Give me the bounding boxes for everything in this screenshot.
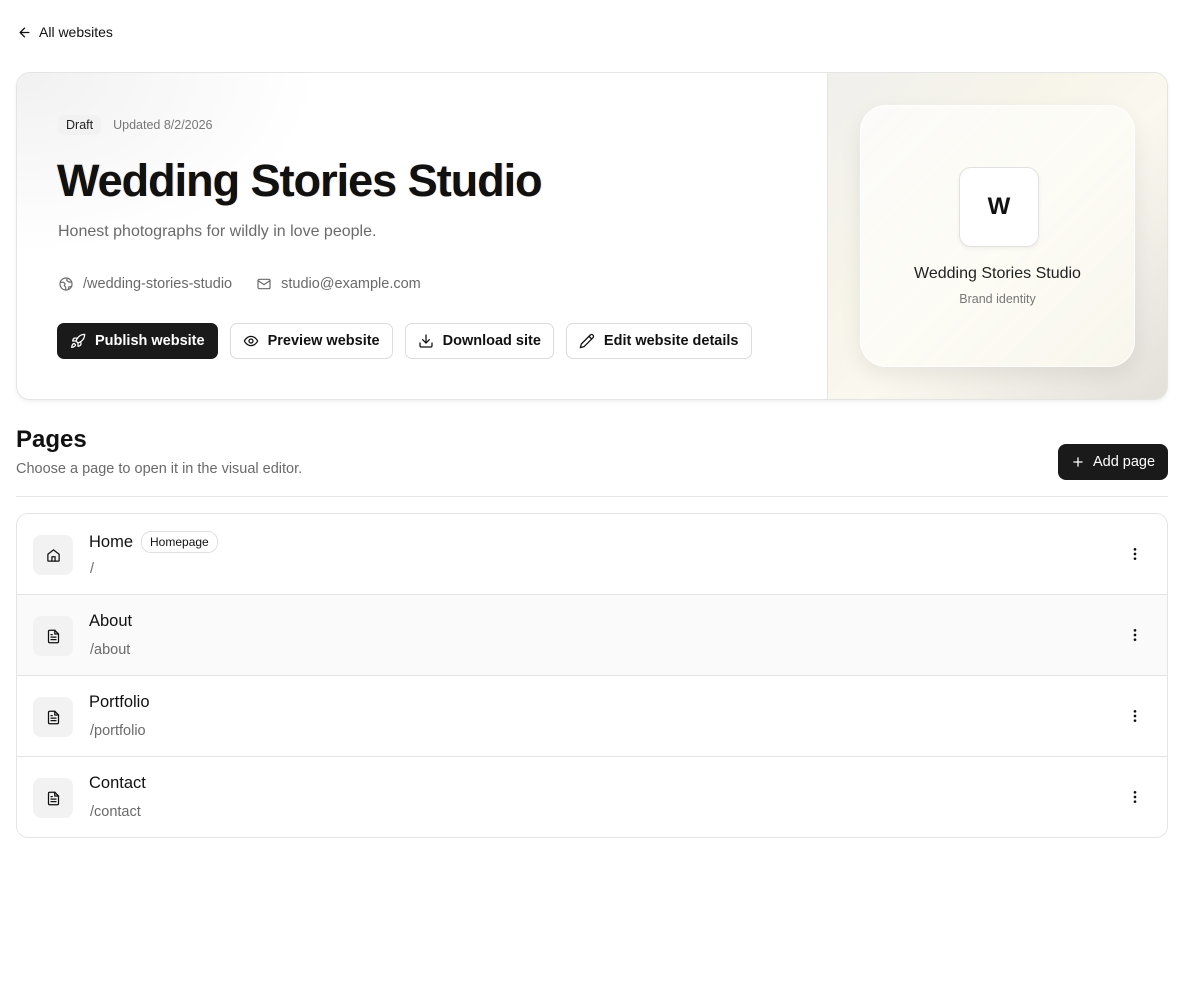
page-name-line: Portfolio [89, 693, 150, 712]
page-icon-tile [33, 535, 73, 575]
add-page-button[interactable]: Add page [1058, 444, 1168, 480]
page-name-line: About [89, 612, 132, 631]
brand-preview-panel: W Wedding Stories Studio Brand identity [828, 73, 1167, 399]
publish-website-label: Publish website [95, 333, 205, 349]
document-icon [47, 791, 59, 805]
page-icon-tile [33, 616, 73, 656]
rocket-icon [71, 333, 86, 348]
status-row: Draft Updated 8/2/2026 [58, 115, 212, 135]
document-icon [47, 629, 59, 643]
website-overview-card: Draft Updated 8/2/2026 Wedding Stories S… [16, 72, 1168, 400]
website-actions: Publish website Preview website Download… [57, 323, 752, 359]
page-menu-button[interactable] [1123, 704, 1147, 728]
page-row-contact[interactable]: Contact /contact [17, 757, 1167, 837]
page-row-portfolio[interactable]: Portfolio /portfolio [17, 676, 1167, 757]
page-path: /about [90, 642, 131, 658]
brand-name: Wedding Stories Studio [914, 265, 1081, 282]
globe-icon [59, 277, 73, 291]
more-vertical-icon [1133, 548, 1137, 560]
website-email: studio@example.com [256, 276, 421, 292]
website-tagline: Honest photographs for wildly in love pe… [58, 223, 377, 240]
download-site-label: Download site [442, 333, 541, 349]
website-slug: /wedding-stories-studio [58, 276, 232, 292]
home-icon [46, 548, 60, 562]
brand-identity-card: W Wedding Stories Studio Brand identity [860, 105, 1135, 367]
pages-list: Home Homepage / About /about Portfolio /… [16, 513, 1168, 838]
brand-caption: Brand identity [959, 292, 1036, 306]
brand-logo-tile: W [959, 167, 1039, 247]
page-name-line: Home Homepage [89, 531, 218, 553]
page-name: Home [89, 532, 134, 551]
publish-website-button[interactable]: Publish website [57, 323, 218, 359]
website-slug-text: /wedding-stories-studio [83, 276, 233, 292]
page-name: About [89, 612, 133, 630]
page-row-about[interactable]: About /about [17, 595, 1167, 676]
download-site-button[interactable]: Download site [404, 323, 554, 359]
pages-section-title: Pages [16, 426, 87, 453]
more-vertical-icon [1133, 629, 1137, 641]
more-vertical-icon [1133, 710, 1137, 722]
pencil-icon [579, 333, 595, 349]
page-menu-button[interactable] [1123, 785, 1147, 809]
page-menu-button[interactable] [1123, 542, 1147, 566]
website-info-panel: Draft Updated 8/2/2026 Wedding Stories S… [17, 73, 828, 399]
section-divider [16, 496, 1168, 497]
pages-section-subtitle: Choose a page to open it in the visual e… [16, 461, 303, 477]
website-title: Wedding Stories Studio [57, 155, 543, 206]
page-menu-button[interactable] [1123, 623, 1147, 647]
plus-icon [1073, 457, 1083, 467]
document-icon [47, 710, 59, 724]
page-path: / [90, 561, 95, 577]
page-icon-tile [33, 778, 73, 818]
edit-website-details-label: Edit website details [603, 333, 739, 349]
website-info-row: /wedding-stories-studio studio@example.c… [58, 276, 421, 292]
add-page-label: Add page [1092, 454, 1156, 470]
website-email-text: studio@example.com [281, 276, 421, 292]
download-icon [418, 334, 433, 348]
page-icon-tile [33, 697, 73, 737]
page-name-line: Contact [89, 774, 146, 793]
mail-icon [257, 278, 271, 290]
arrow-left-icon [19, 27, 30, 37]
page-name: Portfolio [89, 693, 150, 711]
more-vertical-icon [1133, 791, 1137, 803]
back-link-label: All websites [39, 24, 113, 40]
updated-date: Updated 8/2/2026 [113, 118, 213, 132]
preview-website-button[interactable]: Preview website [229, 323, 393, 359]
eye-icon [243, 335, 258, 347]
page-path: /contact [90, 804, 141, 820]
back-to-all-websites-link[interactable]: All websites [17, 22, 113, 42]
homepage-badge: Homepage [141, 531, 218, 553]
preview-website-label: Preview website [267, 333, 380, 349]
page-path: /portfolio [90, 723, 146, 739]
edit-website-details-button[interactable]: Edit website details [565, 323, 752, 359]
page-name: Contact [89, 774, 146, 792]
page-row-home[interactable]: Home Homepage / [17, 514, 1167, 595]
status-badge: Draft [58, 115, 102, 135]
